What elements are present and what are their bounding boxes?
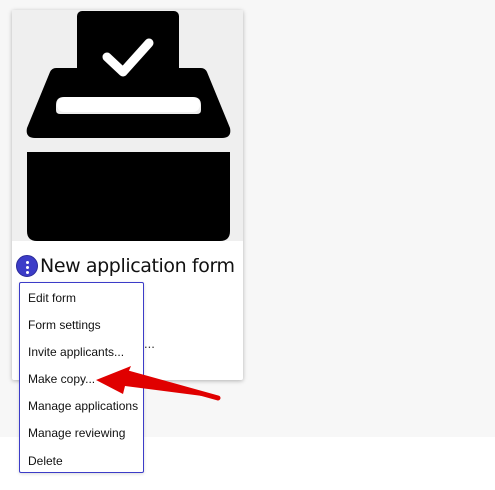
actions-menu: Edit form Form settings Invite applicant… bbox=[19, 282, 144, 473]
form-title[interactable]: New application form bbox=[40, 255, 235, 277]
kebab-dot bbox=[26, 266, 29, 269]
kebab-menu-button[interactable] bbox=[16, 255, 38, 277]
menu-item-delete[interactable]: Delete bbox=[28, 451, 63, 471]
card-title-row: New application form bbox=[16, 251, 235, 281]
card-image bbox=[12, 10, 243, 241]
menu-item-edit-form[interactable]: Edit form bbox=[28, 288, 76, 308]
ballot-box-icon bbox=[26, 11, 231, 241]
menu-item-form-settings[interactable]: Form settings bbox=[28, 315, 101, 335]
menu-item-make-copy[interactable]: Make copy... bbox=[28, 369, 95, 389]
kebab-dot bbox=[26, 271, 29, 274]
menu-item-invite-applicants[interactable]: Invite applicants... bbox=[28, 342, 124, 362]
kebab-dot bbox=[26, 261, 29, 264]
card-subtext: ... bbox=[144, 336, 155, 351]
menu-item-manage-reviewing[interactable]: Manage reviewing bbox=[28, 423, 125, 443]
menu-item-manage-applications[interactable]: Manage applications bbox=[28, 396, 138, 416]
